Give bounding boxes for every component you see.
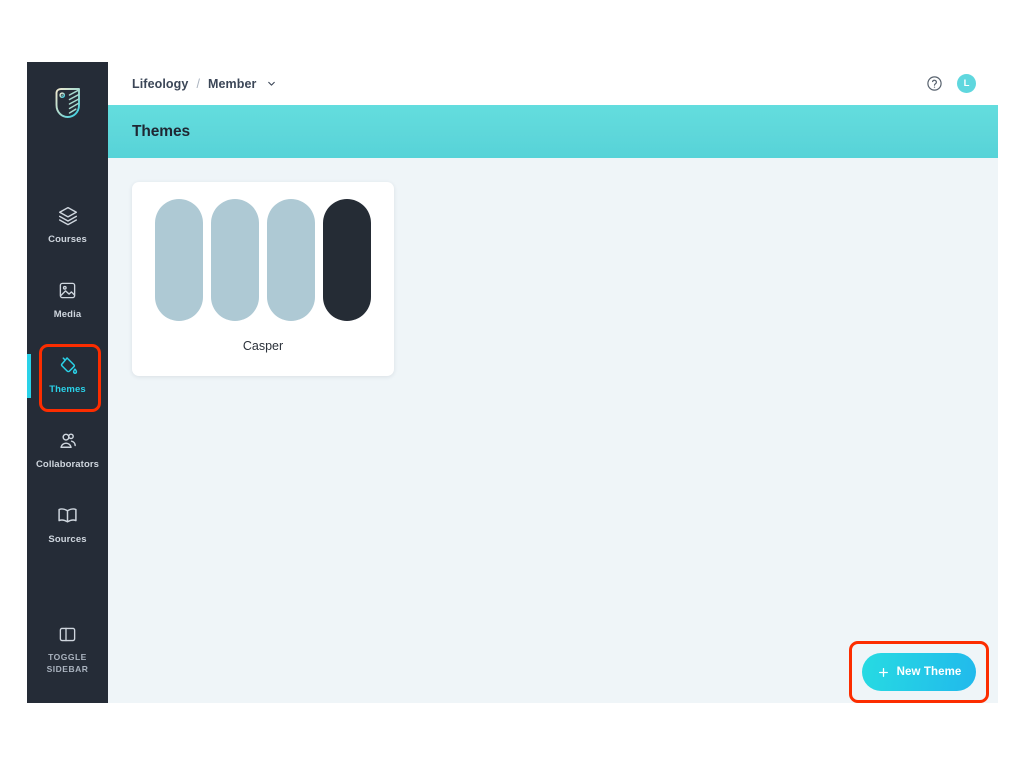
topbar: Lifeology / Member L <box>108 62 998 105</box>
new-theme-button-label: New Theme <box>896 666 962 678</box>
lifeology-shield-bird-logo <box>52 86 84 120</box>
sidebar-item-sources[interactable]: Sources <box>27 500 108 550</box>
toggle-sidebar-label-line1: TOGGLE <box>48 652 87 663</box>
theme-swatch <box>155 199 203 321</box>
sidebar-nav: Courses Media Themes Collaborators Sourc… <box>27 200 108 575</box>
book-icon <box>57 505 78 527</box>
breadcrumb-root[interactable]: Lifeology <box>132 77 188 91</box>
breadcrumb: Lifeology / Member <box>132 77 277 91</box>
sidebar-item-collaborators[interactable]: Collaborators <box>27 425 108 475</box>
sidebar-item-label: Sources <box>48 533 87 545</box>
theme-card[interactable]: Casper <box>132 182 394 376</box>
content-area: Casper New Theme <box>108 158 998 703</box>
paint-bucket-icon <box>57 355 78 377</box>
topbar-actions: L <box>926 74 976 93</box>
theme-swatches <box>155 199 371 321</box>
sidebar-item-courses[interactable]: Courses <box>27 200 108 250</box>
app-logo[interactable] <box>27 72 108 134</box>
question-circle-icon[interactable] <box>926 75 943 92</box>
new-theme-button[interactable]: New Theme <box>862 653 976 691</box>
sidebar-item-label: Collaborators <box>35 458 100 470</box>
plus-icon <box>877 666 890 679</box>
theme-grid: Casper <box>132 182 974 376</box>
toggle-sidebar-label-line2: SIDEBAR <box>46 663 89 674</box>
sidebar-item-themes[interactable]: Themes <box>27 344 108 412</box>
sidebar-item-label: Media <box>53 308 82 320</box>
page-header-band: Themes <box>108 105 998 158</box>
people-icon <box>58 430 78 452</box>
sidebar-item-label: Courses <box>48 233 87 245</box>
page-title: Themes <box>132 122 190 140</box>
theme-name: Casper <box>242 339 284 353</box>
image-icon <box>58 280 77 302</box>
theme-swatch <box>267 199 315 321</box>
new-theme-button-wrap: New Theme <box>849 641 989 703</box>
sidebar: Courses Media Themes Collaborators Sourc… <box>27 62 108 703</box>
sidebar-item-label: Themes <box>49 383 86 395</box>
app-window: Courses Media Themes Collaborators Sourc… <box>27 62 998 703</box>
layers-icon <box>58 205 78 227</box>
breadcrumb-current[interactable]: Member <box>208 77 257 91</box>
chevron-down-icon[interactable] <box>266 78 277 89</box>
sidebar-item-media[interactable]: Media <box>27 275 108 325</box>
main-column: Lifeology / Member L Themes Casper New T… <box>108 62 998 703</box>
theme-swatch <box>211 199 259 321</box>
breadcrumb-separator: / <box>196 76 200 91</box>
sidebar-panel-icon <box>58 623 77 645</box>
theme-swatch <box>323 199 371 321</box>
avatar[interactable]: L <box>957 74 976 93</box>
toggle-sidebar-button[interactable]: TOGGLE SIDEBAR <box>27 623 108 675</box>
